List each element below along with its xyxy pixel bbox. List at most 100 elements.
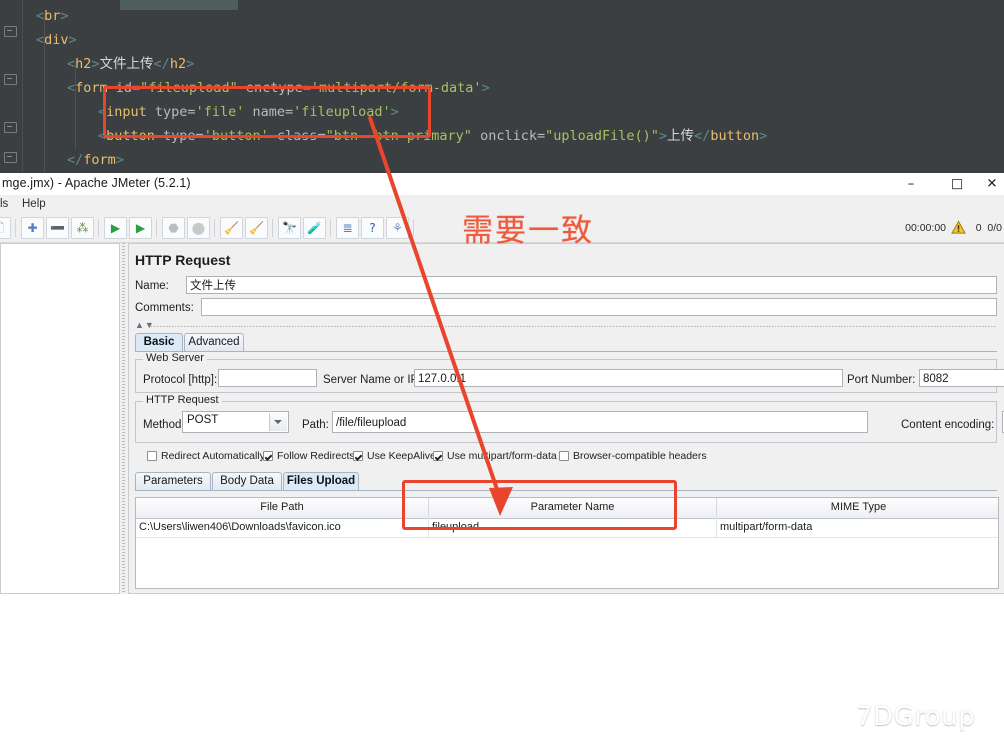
port-label: Port Number: [847,374,916,386]
clear-button[interactable]: 🧹 [220,217,243,239]
web-server-legend: Web Server [143,352,207,364]
start-no-pauses-button[interactable]: ▶ [129,217,152,239]
remove-button[interactable]: ➖ [46,217,69,239]
search-button[interactable]: 🔭 [278,217,301,239]
name-input[interactable]: 文件上传 [186,276,997,294]
comments-input[interactable] [201,298,997,316]
checkbox-browser-compatible-headers[interactable] [559,451,569,461]
checkbox-use-keepalive[interactable] [353,451,363,461]
clear-all-button[interactable]: 🧹 [245,217,268,239]
wechat-icon [810,704,849,736]
table-row[interactable]: C:\Users\liwen406\Downloads\favicon.ico … [136,518,998,538]
checkbox-follow-redirects[interactable] [263,451,273,461]
tab-files-upload[interactable]: Files Upload [283,472,359,490]
column-header-mime-type[interactable]: MIME Type [717,498,1000,517]
tab-basic[interactable]: Basic [135,333,183,351]
server-name-input[interactable]: 127.0.0.1 [414,369,843,387]
toolbar-separator [214,219,215,237]
templates-icon: ⚘ [392,221,403,235]
path-label: Path: [302,419,329,431]
shutdown-button[interactable]: ⬤ [187,217,210,239]
new-icon: 🗋 [0,222,4,234]
start-button[interactable]: ▶ [104,217,127,239]
cell-file-path[interactable]: C:\Users\liwen406\Downloads\favicon.ico [136,518,429,537]
new-button[interactable]: 🗋 [0,217,11,239]
menu-item-help[interactable]: Help [22,198,46,210]
content-encoding-label: Content encoding: [901,419,995,431]
code-line: <button type='button' class="btn btn-pri… [98,128,768,144]
clear-icon: 🧹 [224,221,239,235]
tab-parameters[interactable]: Parameters [135,472,211,490]
close-button[interactable]: ✕ [980,173,1004,195]
shutdown-icon: ⬤ [191,221,206,235]
server-name-label: Server Name or IP: [323,374,422,386]
checkbox-label: Browser-compatible headers [573,450,707,462]
help-button[interactable]: ? [361,217,384,239]
protocol-label: Protocol [http]: [143,374,218,386]
maximize-icon: □ [950,176,964,192]
fold-marker-icon[interactable] [4,152,17,163]
cell-mime-type[interactable]: multipart/form-data [717,518,1000,537]
reset-search-button[interactable]: 🧪 [303,217,326,239]
port-input[interactable]: 8082 [919,369,1004,387]
tab-underline [135,351,997,352]
templates-button[interactable]: ⚘ [386,217,409,239]
maximize-button[interactable]: □ [934,173,980,195]
code-line: <div> [36,32,77,48]
remove-icon: ➖ [50,221,65,235]
checkbox-use-multipart-form-data[interactable] [433,451,443,461]
checkbox-redirect-automatically[interactable] [147,451,157,461]
data-tabs[interactable]: Parameters Body Data Files Upload [135,472,997,491]
minimize-button[interactable]: – [888,173,934,195]
tab-body-data[interactable]: Body Data [212,472,282,490]
function-helper-button[interactable]: ≣ [336,217,359,239]
column-header-parameter-name[interactable]: Parameter Name [429,498,717,517]
cell-parameter-name[interactable]: fileupload [429,518,717,537]
toolbar-separator [15,219,16,237]
fold-marker-icon[interactable] [4,122,17,133]
http-request-legend: HTTP Request [143,394,222,406]
editor-gutter[interactable] [0,0,23,173]
checkbox-label: Redirect Automatically [161,450,265,462]
test-plan-tree[interactable] [0,243,120,594]
toolbar-separator [98,219,99,237]
splitter-grip-icon [122,243,125,594]
toolbar-separator [413,219,414,237]
reset-search-icon: 🧪 [307,221,322,235]
code-line: <h2>文件上传</h2> [67,56,195,72]
files-upload-table[interactable]: File Path Parameter Name MIME Type C:\Us… [135,497,999,589]
request-options-row[interactable]: Redirect Automatically Follow Redirects Us… [137,449,997,465]
chevron-down-icon[interactable] [269,413,287,431]
code-editor[interactable]: <br> <div> <h2>文件上传</h2> <form id="fileuplo… [0,0,1004,173]
page-title: HTTP Request [135,252,231,268]
clear-all-icon: 🧹 [249,221,264,235]
menu-item-tools[interactable]: ls [0,198,8,210]
start-icon: ▶ [110,221,121,235]
checkbox-label: Follow Redirects [277,450,355,462]
collapse-toggle[interactable]: ▲▼ [135,320,155,330]
basic-advanced-tabs[interactable]: Basic Advanced [135,333,997,352]
section-divider [151,326,997,327]
warning-icon[interactable] [951,220,966,235]
toolbar-separator [272,219,273,237]
window-title-bar: mge.jmx) - Apache JMeter (5.2.1) – □ ✕ [0,173,1004,196]
method-label: Method: [143,419,185,431]
toolbar-separator [330,219,331,237]
method-select[interactable]: POST [182,411,289,433]
stop-button[interactable]: ⬣ [162,217,185,239]
fold-marker-icon[interactable] [4,74,17,85]
toggle-button[interactable]: ⁂ [71,217,94,239]
path-input[interactable]: /file/fileupload [332,411,868,433]
table-header-row: File Path Parameter Name MIME Type [136,498,998,519]
thread-counter: 0 0/0 [976,222,1002,234]
protocol-input[interactable] [218,369,317,387]
column-header-file-path[interactable]: File Path [136,498,429,517]
fold-marker-icon[interactable] [4,26,17,37]
watermark-label: 7DGroup [856,702,976,732]
tab-advanced[interactable]: Advanced [184,333,244,351]
editor-selection-highlight [120,0,238,10]
add-button[interactable]: ✚ [21,217,44,239]
checkbox-label: Use KeepAlive [367,450,436,462]
pane-splitter[interactable] [121,243,127,594]
annotation-note: 需要一致 [462,213,594,249]
